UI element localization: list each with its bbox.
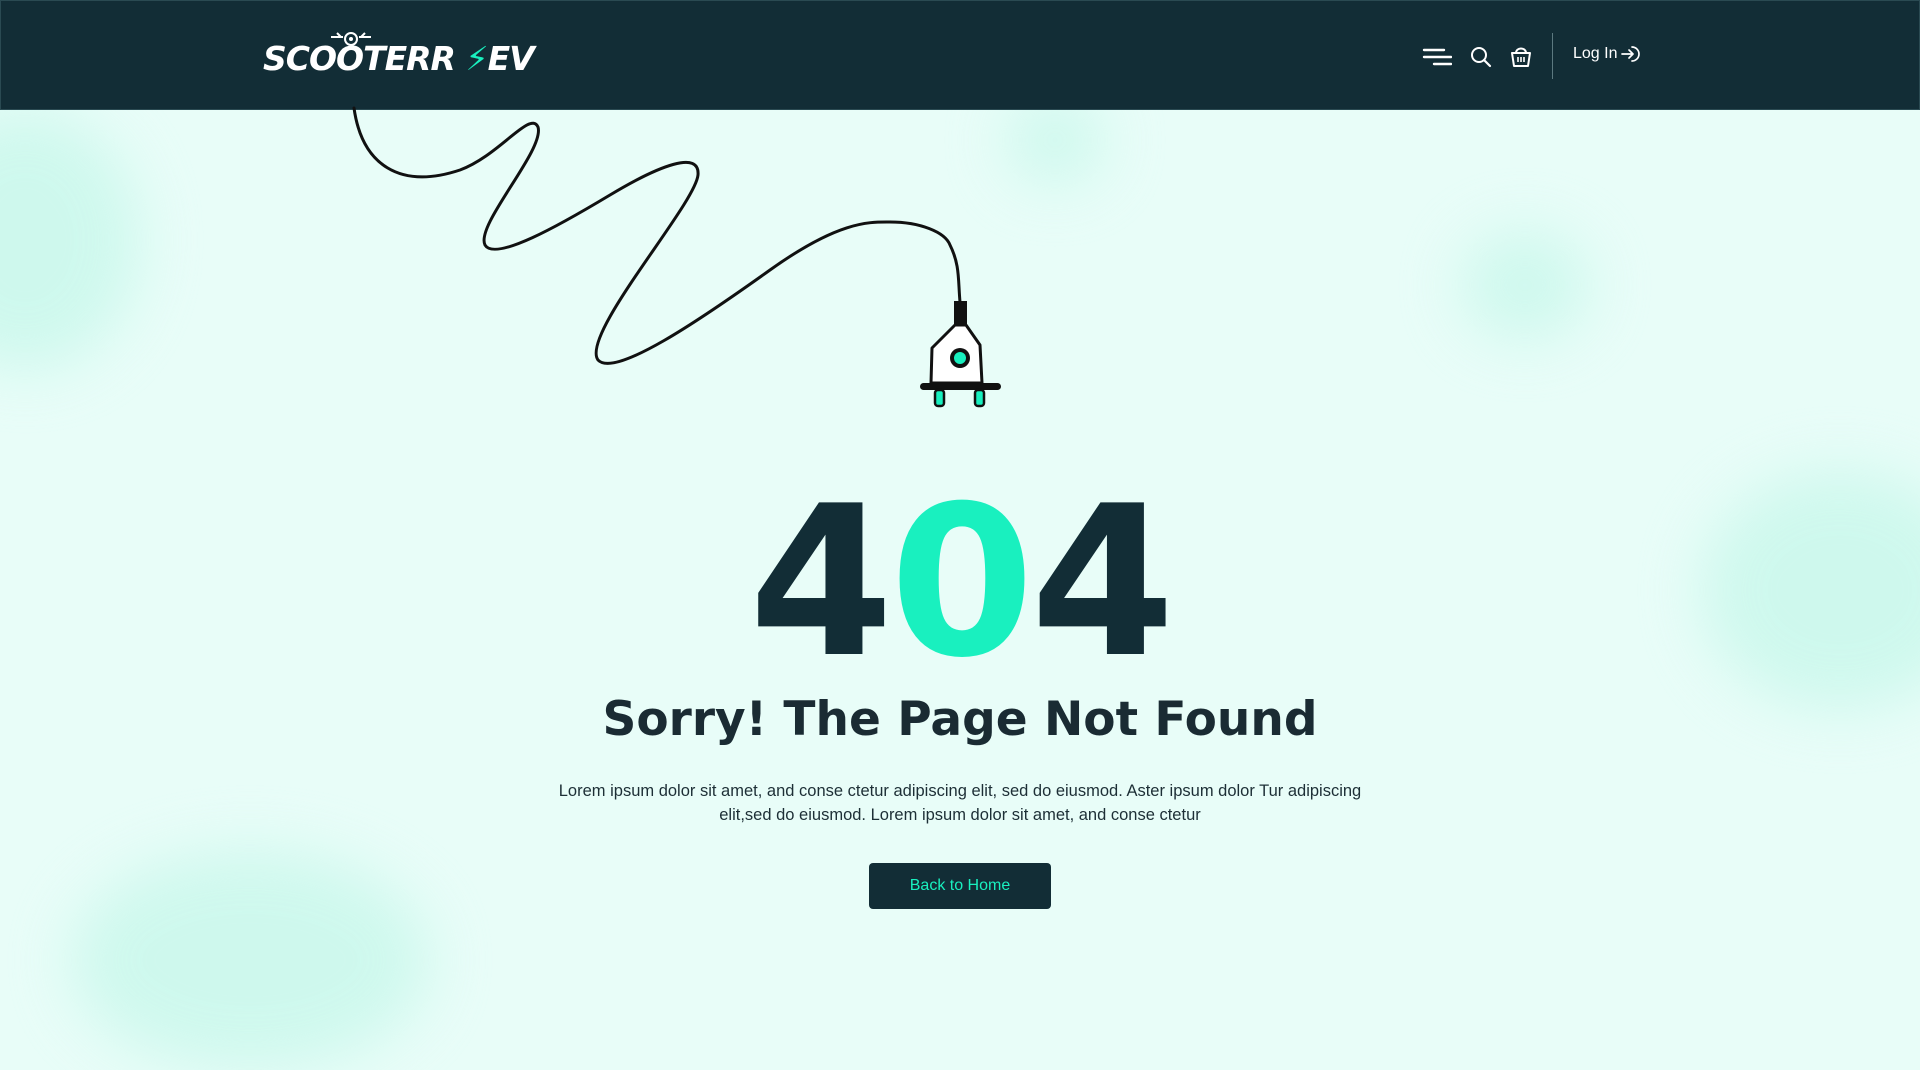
background-blob [70, 850, 430, 1070]
error-code: 404 [0, 468, 1920, 698]
error-digit-accent: 0 [889, 462, 1035, 704]
error-digit: 4 [1030, 462, 1175, 704]
back-to-home-button[interactable]: Back to Home [869, 863, 1051, 909]
plug-icon [920, 301, 1001, 408]
unplugged-cable-illustration [352, 106, 1001, 408]
page-description: Lorem ipsum dolor sit amet, and conse ct… [558, 782, 1362, 824]
page-title: Sorry! The Page Not Found [602, 692, 1318, 747]
error-digit: 4 [748, 462, 894, 704]
